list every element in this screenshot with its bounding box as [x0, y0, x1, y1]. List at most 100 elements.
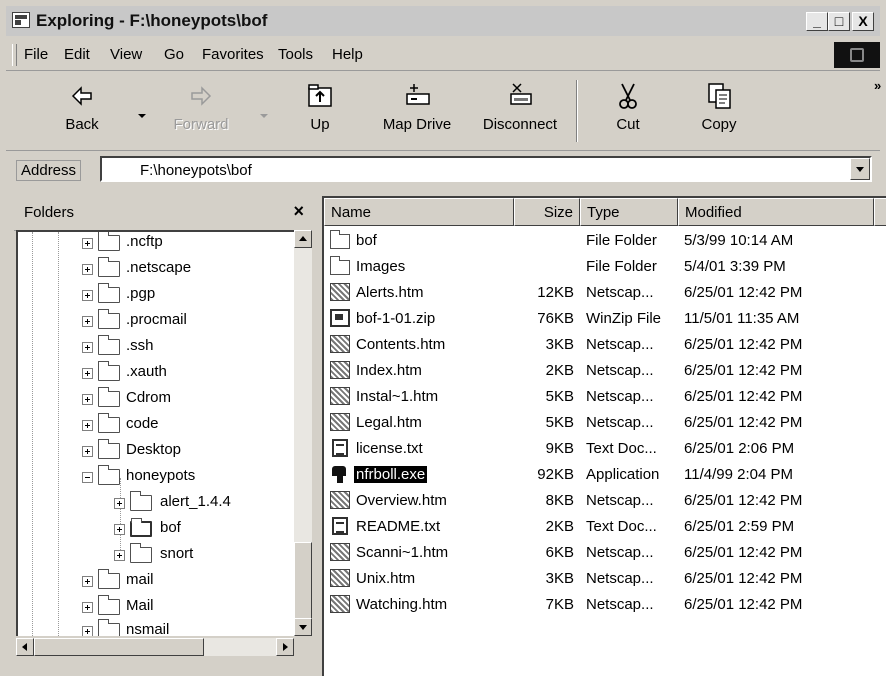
folder-icon — [98, 465, 120, 485]
up-button[interactable]: Up — [302, 80, 338, 133]
menu-view[interactable]: View — [110, 46, 142, 63]
file-name: Scanni~1.htm — [356, 544, 449, 561]
expand-icon[interactable] — [82, 446, 93, 457]
back-dropdown-arrow[interactable] — [138, 114, 146, 118]
file-row[interactable]: Alerts.htm 12KB Netscap... 6/25/01 12:42… — [324, 280, 886, 306]
address-value[interactable]: F:\honeypots\bof — [140, 162, 252, 179]
expand-icon[interactable] — [114, 498, 125, 509]
file-name: Legal.htm — [356, 414, 422, 431]
expand-icon[interactable] — [82, 394, 93, 405]
expand-icon[interactable] — [114, 550, 125, 561]
file-row[interactable]: Scanni~1.htm 6KB Netscap... 6/25/01 12:4… — [324, 540, 886, 566]
column-header-modified[interactable]: Modified — [678, 198, 874, 226]
file-row[interactable]: Watching.htm 7KB Netscap... 6/25/01 12:4… — [324, 592, 886, 618]
file-type: Netscap... — [586, 362, 654, 379]
expand-icon[interactable] — [82, 342, 93, 353]
column-header-type[interactable]: Type — [580, 198, 678, 226]
folder-tree-horizontal-scrollbar[interactable] — [16, 638, 294, 656]
title-bar[interactable]: Exploring - F:\honeypots\bof _ □ X — [6, 6, 880, 36]
tree-item-label: Cdrom — [126, 389, 172, 406]
file-modified: 11/5/01 11:35 AM — [684, 310, 800, 327]
menu-edit[interactable]: Edit — [64, 46, 90, 63]
toolbar-overflow-chevron[interactable]: » — [874, 78, 881, 93]
expand-icon[interactable] — [114, 524, 125, 535]
tree-item-label: honeypots — [126, 467, 196, 484]
file-row[interactable]: bof File Folder 5/3/99 10:14 AM — [324, 228, 886, 254]
folders-pane-close-button[interactable]: × — [293, 201, 304, 222]
file-type: Netscap... — [586, 388, 654, 405]
back-button[interactable]: Back — [54, 80, 110, 133]
column-header-size[interactable]: Size — [514, 198, 580, 226]
disconnect-button[interactable]: Disconnect — [474, 80, 566, 133]
file-row[interactable]: Contents.htm 3KB Netscap... 6/25/01 12:4… — [324, 332, 886, 358]
close-button[interactable]: X — [852, 12, 874, 31]
pane-splitter[interactable] — [314, 196, 320, 676]
scroll-thumb[interactable] — [294, 542, 312, 622]
map-drive-button[interactable]: Map Drive — [374, 80, 460, 133]
address-dropdown-button[interactable] — [850, 158, 870, 180]
forward-arrow-icon — [186, 80, 216, 112]
file-name: Instal~1.htm — [356, 388, 439, 405]
tree-item-label: .procmail — [126, 311, 187, 328]
menu-file[interactable]: File — [24, 46, 48, 63]
folder-tree[interactable]: .ncftp .netscape .pgp .procmail .ssh .xa… — [16, 230, 294, 636]
forward-dropdown-arrow[interactable] — [260, 114, 268, 118]
back-arrow-icon — [67, 80, 97, 112]
address-field[interactable]: F:\honeypots\bof — [100, 156, 872, 182]
minimize-button[interactable]: _ — [806, 12, 828, 31]
file-row[interactable]: license.txt 9KB Text Doc... 6/25/01 2:06… — [324, 436, 886, 462]
maximize-button[interactable]: □ — [828, 12, 850, 31]
file-row[interactable]: README.txt 2KB Text Doc... 6/25/01 2:59 … — [324, 514, 886, 540]
menu-bar-grip[interactable] — [12, 44, 17, 66]
expand-icon[interactable] — [82, 626, 93, 636]
collapse-icon[interactable] — [82, 472, 93, 483]
file-row[interactable]: Images File Folder 5/4/01 3:39 PM — [324, 254, 886, 280]
folder-icon — [130, 543, 152, 563]
folder-tree-vertical-scrollbar[interactable] — [294, 230, 312, 636]
expand-icon[interactable] — [82, 368, 93, 379]
file-row[interactable]: Index.htm 2KB Netscap... 6/25/01 12:42 P… — [324, 358, 886, 384]
scroll-down-button[interactable] — [294, 618, 312, 636]
column-header-name[interactable]: Name — [324, 198, 514, 226]
explorer-window-icon[interactable] — [12, 12, 30, 28]
expand-icon[interactable] — [82, 602, 93, 613]
menu-bar: File Edit View Go Favorites Tools Help — [6, 40, 880, 71]
file-name: bof — [356, 232, 377, 249]
file-row[interactable]: Overview.htm 8KB Netscap... 6/25/01 12:4… — [324, 488, 886, 514]
file-name: Index.htm — [356, 362, 422, 379]
file-row-selected[interactable]: nfrboll.exe 92KB Application 11/4/99 2:0… — [324, 462, 886, 488]
file-row[interactable]: Unix.htm 3KB Netscap... 6/25/01 12:42 PM — [324, 566, 886, 592]
folder-icon — [130, 491, 152, 511]
folder-icon — [98, 595, 120, 615]
menu-help[interactable]: Help — [332, 46, 363, 63]
menu-tools[interactable]: Tools — [278, 46, 313, 63]
file-list[interactable]: Name Size Type Modified bof File Folder … — [322, 196, 886, 676]
expand-icon[interactable] — [82, 238, 93, 249]
file-name: README.txt — [356, 518, 441, 535]
expand-icon[interactable] — [82, 420, 93, 431]
scroll-up-button[interactable] — [294, 230, 312, 248]
copy-button[interactable]: Copy — [696, 80, 742, 133]
scroll-right-button[interactable] — [276, 638, 294, 656]
file-modified: 6/25/01 12:42 PM — [684, 414, 803, 431]
expand-icon[interactable] — [82, 264, 93, 275]
file-row[interactable]: Instal~1.htm 5KB Netscap... 6/25/01 12:4… — [324, 384, 886, 410]
folder-icon — [98, 569, 120, 589]
expand-icon[interactable] — [82, 290, 93, 301]
tree-item-label: Mail — [126, 597, 154, 614]
menu-go[interactable]: Go — [164, 46, 184, 63]
file-modified: 6/25/01 2:59 PM — [684, 518, 795, 535]
map-drive-label: Map Drive — [382, 116, 452, 133]
menu-favorites[interactable]: Favorites — [202, 46, 264, 63]
forward-button[interactable]: Forward — [166, 80, 236, 133]
folder-icon — [98, 387, 120, 407]
file-name: Contents.htm — [356, 336, 446, 353]
expand-icon[interactable] — [82, 576, 93, 587]
scroll-left-button[interactable] — [16, 638, 34, 656]
file-size: 12KB — [537, 284, 574, 301]
cut-button[interactable]: Cut — [610, 80, 646, 133]
file-row[interactable]: Legal.htm 5KB Netscap... 6/25/01 12:42 P… — [324, 410, 886, 436]
file-row[interactable]: bof-1-01.zip 76KB WinZip File 11/5/01 11… — [324, 306, 886, 332]
expand-icon[interactable] — [82, 316, 93, 327]
horizontal-scroll-thumb[interactable] — [34, 638, 204, 656]
